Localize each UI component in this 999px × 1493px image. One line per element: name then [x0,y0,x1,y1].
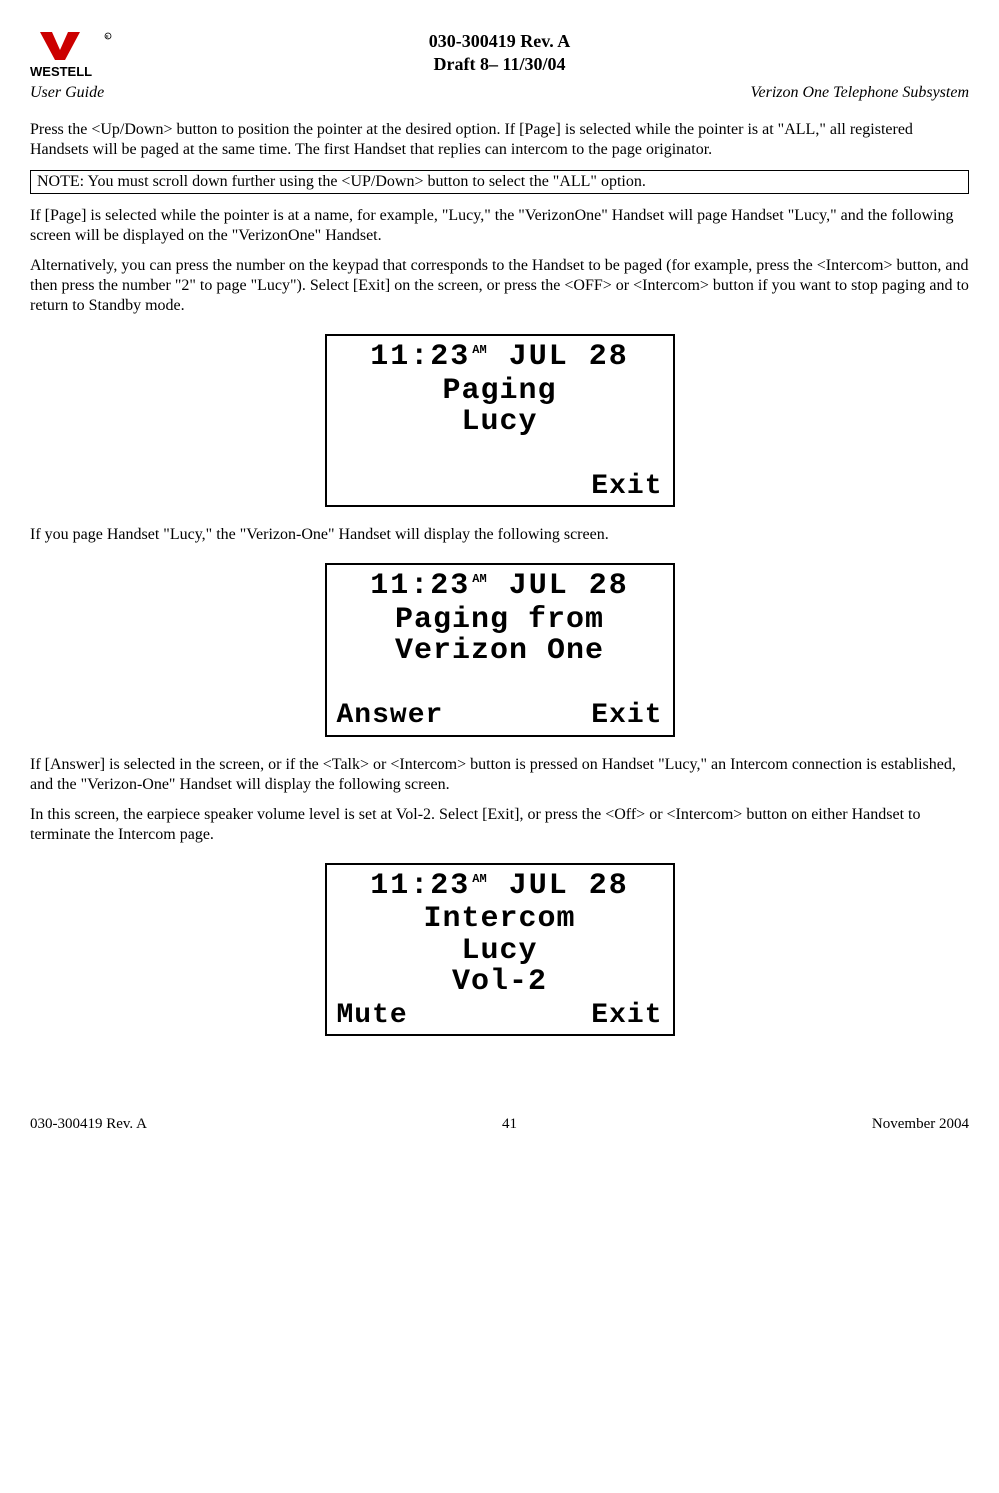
lcd2-bottom: Answer Exit [337,701,663,730]
lcd3-ampm: AM [472,872,486,886]
lcd2-line2: Verizon One [337,636,663,668]
lcd1-ampm: AM [472,343,486,357]
lcd2-line3 [337,668,663,700]
lcd1-bottom-right: Exit [591,472,662,501]
lcd-screen-3: 11:23AM JUL 28 Intercom Lucy Vol-2 Mute … [325,863,675,1036]
paragraph-1: Press the <Up/Down> button to position t… [30,120,969,160]
lcd3-date: JUL 28 [509,869,629,903]
paragraph-3: Alternatively, you can press the number … [30,256,969,316]
lcd3-bottom: Mute Exit [337,1001,663,1030]
lcd2-bottom-right: Exit [591,701,662,730]
subheader-left: User Guide [30,84,104,102]
lcd1-line3 [337,439,663,471]
note-box: NOTE: You must scroll down further using… [30,170,969,194]
lcd1-line2: Lucy [337,407,663,439]
lcd-screen-2-wrapper: 11:23AM JUL 28 Paging from Verizon One A… [30,563,969,736]
lcd-screen-3-wrapper: 11:23AM JUL 28 Intercom Lucy Vol-2 Mute … [30,863,969,1036]
westell-logo: WESTELL R [30,30,120,80]
page-footer: 030-300419 Rev. A 41 November 2004 [30,1116,969,1133]
paragraph-4: If you page Handset "Lucy," the "Verizon… [30,525,969,545]
lcd2-line1: Paging from [337,605,663,637]
lcd2-date: JUL 28 [509,569,629,603]
lcd2-time: 11:23 [370,569,470,603]
footer-left: 030-300419 Rev. A [30,1116,147,1133]
subheader-right: Verizon One Telephone Subsystem [751,84,970,102]
lcd1-line1: Paging [337,376,663,408]
paragraph-6: In this screen, the earpiece speaker vol… [30,805,969,845]
doc-draft: Draft 8– 11/30/04 [120,53,879,76]
lcd-screen-2: 11:23AM JUL 28 Paging from Verizon One A… [325,563,675,736]
doc-title-block: 030-300419 Rev. A Draft 8– 11/30/04 [120,30,879,77]
lcd1-bottom: Exit [337,472,663,501]
lcd3-bottom-right: Exit [591,1001,662,1030]
svg-text:R: R [106,36,110,41]
lcd3-time-row: 11:23AM JUL 28 [337,871,663,903]
subheader: User Guide Verizon One Telephone Subsyst… [30,84,969,102]
lcd3-line3: Vol-2 [337,967,663,999]
lcd2-bottom-left: Answer [337,701,444,730]
footer-center: 41 [502,1116,517,1133]
lcd2-ampm: AM [472,572,486,586]
lcd1-time: 11:23 [370,340,470,374]
lcd1-time-row: 11:23AM JUL 28 [337,342,663,374]
lcd3-line2: Lucy [337,936,663,968]
lcd-screen-1-wrapper: 11:23AM JUL 28 Paging Lucy Exit [30,334,969,507]
lcd-screen-1: 11:23AM JUL 28 Paging Lucy Exit [325,334,675,507]
page-header: WESTELL R 030-300419 Rev. A Draft 8– 11/… [30,30,969,80]
lcd2-time-row: 11:23AM JUL 28 [337,571,663,603]
paragraph-5: If [Answer] is selected in the screen, o… [30,755,969,795]
paragraph-2: If [Page] is selected while the pointer … [30,206,969,246]
footer-right: November 2004 [872,1116,969,1133]
doc-id: 030-300419 Rev. A [120,30,879,53]
lcd3-time: 11:23 [370,869,470,903]
lcd3-line1: Intercom [337,904,663,936]
lcd3-bottom-left: Mute [337,1001,408,1030]
lcd1-date: JUL 28 [509,340,629,374]
logo-text: WESTELL [30,64,92,79]
